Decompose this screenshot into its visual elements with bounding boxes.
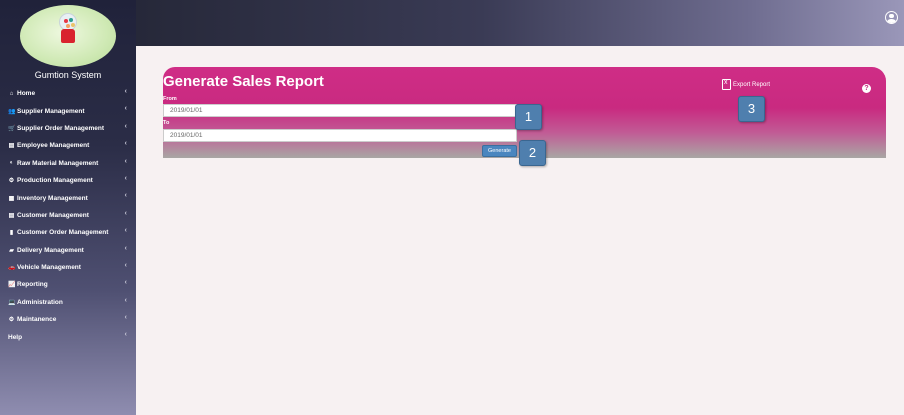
export-report-label: Export Report	[733, 81, 771, 88]
sidebar-nav: ⌂ Home ‹ 👥 Supplier Management ‹ 🛒 Suppl…	[0, 85, 136, 346]
user-account-icon[interactable]	[885, 11, 898, 24]
brand-name: Gumtion System	[34, 70, 102, 80]
home-icon: ⌂	[9, 90, 14, 97]
sidebar-item-delivery-management[interactable]: ▰ Delivery Management ‹	[0, 242, 136, 259]
sidebar-item-label: Reporting	[17, 281, 48, 289]
sidebar-item-label: Inventory Management	[17, 194, 88, 202]
sidebar-item-supplier-management[interactable]: 👥 Supplier Management ‹	[0, 102, 136, 119]
truck-icon: ▰	[9, 247, 14, 254]
chevron-left-icon: ‹	[124, 279, 127, 287]
from-date-input[interactable]	[163, 104, 517, 117]
address-card-icon: ▤	[8, 212, 15, 219]
chevron-left-icon: ‹	[124, 331, 127, 339]
chevron-left-icon: ‹	[124, 227, 127, 235]
sidebar-item-supplier-order-management[interactable]: 🛒 Supplier Order Management ‹	[0, 120, 136, 137]
sidebar-item-label: Customer Management	[17, 211, 89, 219]
export-report-button[interactable]: Export Report	[722, 79, 770, 90]
annotation-badge-3: 3	[738, 96, 765, 122]
sidebar-item-label: Help	[8, 333, 23, 341]
chevron-left-icon: ‹	[124, 174, 127, 182]
laptop-icon: 💻	[8, 299, 16, 306]
chevron-left-icon: ‹	[124, 140, 127, 148]
cogs-icon: ⚙	[8, 178, 15, 185]
sidebar-item-label: Customer Order Management	[17, 229, 109, 237]
to-date-input[interactable]	[163, 129, 517, 142]
sidebar-item-label: Raw Material Management	[17, 159, 99, 167]
chevron-left-icon: ‹	[124, 192, 127, 200]
sidebar-item-administration[interactable]: 💻 Administration ‹	[0, 294, 136, 311]
sidebar-item-label: Administration	[17, 298, 63, 306]
file-icon: ▮	[9, 230, 14, 237]
main-content: Generate Sales Report From To Generate E…	[136, 46, 904, 415]
annotation-badge-1: 1	[515, 104, 542, 130]
sidebar-item-raw-material-management[interactable]: ◐ Raw Material Management ‹	[0, 155, 136, 172]
id-card-icon: ▤	[8, 143, 15, 150]
sidebar-item-production-management[interactable]: ⚙ Production Management ‹	[0, 172, 136, 189]
chart-line-icon: 📈	[8, 282, 16, 289]
sidebar-item-label: Delivery Management	[17, 246, 84, 254]
chevron-left-icon: ‹	[124, 122, 127, 130]
sidebar-item-label: Maintanence	[17, 316, 57, 324]
sidebar-item-employee-management[interactable]: ▤ Employee Management ‹	[0, 137, 136, 154]
help-icon[interactable]: ?	[862, 84, 871, 93]
chevron-left-icon: ‹	[124, 314, 127, 322]
gear-icon: ⚙	[8, 317, 15, 324]
sidebar-item-label: Supplier Management	[17, 107, 85, 115]
sidebar-item-label: Home	[17, 90, 36, 98]
sidebar-item-label: Supplier Order Management	[17, 124, 105, 132]
sidebar-item-maintanence[interactable]: ⚙ Maintanence ‹	[0, 311, 136, 328]
chevron-left-icon: ‹	[124, 296, 127, 304]
car-icon: 🚗	[8, 265, 16, 272]
chevron-left-icon: ‹	[124, 157, 127, 165]
sidebar-item-customer-management[interactable]: ▤ Customer Management ‹	[0, 207, 136, 224]
chevron-left-icon: ‹	[124, 105, 127, 113]
sidebar-item-help[interactable]: Help ‹	[0, 328, 136, 345]
annotation-badge-2: 2	[519, 140, 546, 166]
gumball-logo	[20, 5, 116, 67]
sidebar-item-customer-order-management[interactable]: ▮ Customer Order Management ‹	[0, 224, 136, 241]
chevron-left-icon: ‹	[124, 88, 127, 95]
gumball-machine-icon	[58, 13, 78, 43]
generate-button[interactable]: Generate	[482, 145, 517, 157]
chevron-left-icon: ‹	[124, 261, 127, 269]
chevron-left-icon: ‹	[124, 209, 127, 217]
cart-icon: 🛒	[8, 125, 16, 132]
chevron-left-icon: ‹	[124, 244, 127, 252]
sidebar-item-label: Vehicle Management	[17, 264, 81, 272]
sidebar-item-label: Employee Management	[17, 142, 90, 150]
top-bar	[136, 0, 904, 46]
sidebar: Gumtion System ⌂ Home ‹ 👥 Supplier Manag…	[0, 0, 136, 415]
page-title: Generate Sales Report	[163, 73, 324, 90]
leaf-icon: ◐	[9, 160, 14, 167]
sidebar-item-home[interactable]: ⌂ Home ‹	[0, 85, 136, 102]
inventory-icon: ▦	[8, 195, 15, 202]
sidebar-item-reporting[interactable]: 📈 Reporting ‹	[0, 276, 136, 293]
sidebar-item-inventory-management[interactable]: ▦ Inventory Management ‹	[0, 189, 136, 206]
from-label: From	[163, 96, 177, 102]
sidebar-item-vehicle-management[interactable]: 🚗 Vehicle Management ‹	[0, 259, 136, 276]
sidebar-item-label: Production Management	[17, 177, 93, 185]
users-icon: 👥	[8, 108, 16, 115]
to-label: To	[163, 120, 170, 126]
excel-file-icon	[722, 79, 731, 90]
